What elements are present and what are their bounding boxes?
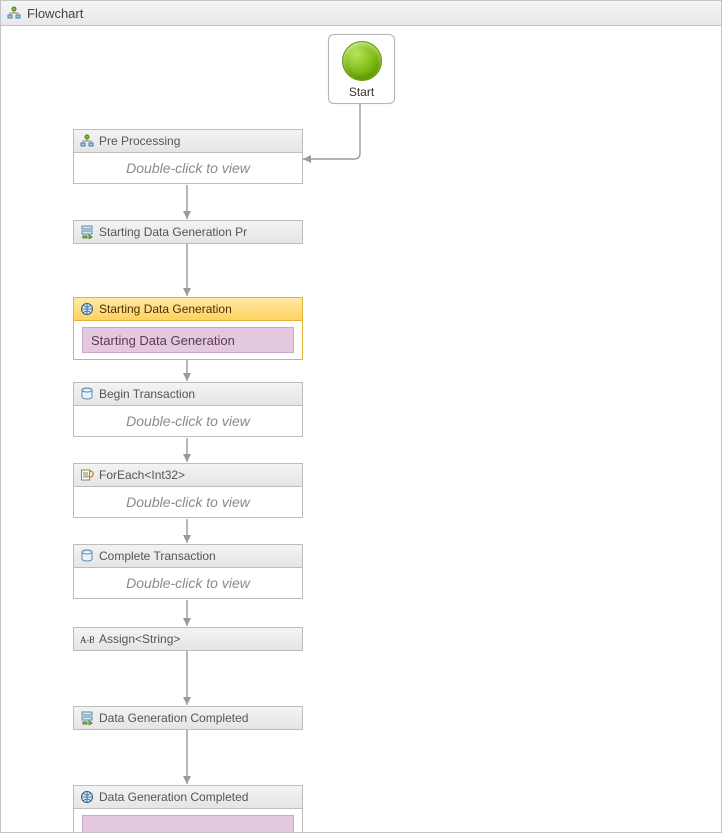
view-hint: Double-click to view xyxy=(82,494,294,510)
assign-icon: A+B xyxy=(80,632,94,646)
svg-text:B: B xyxy=(89,635,94,645)
activity-foreach-int32[interactable]: ForEach<Int32> Double-click to view xyxy=(73,463,303,518)
view-hint: Double-click to view xyxy=(82,160,294,176)
flowchart-icon xyxy=(80,134,94,148)
start-node[interactable]: Start xyxy=(328,34,395,104)
activity-banner xyxy=(82,815,294,833)
activity-title: Starting Data Generation xyxy=(99,302,232,316)
view-hint: Double-click to view xyxy=(82,413,294,429)
activity-pre-processing[interactable]: Pre Processing Double-click to view xyxy=(73,129,303,184)
activity-data-generation-completed-2[interactable]: Data Generation Completed xyxy=(73,785,303,833)
transaction-icon xyxy=(80,387,94,401)
activity-data-generation-completed-1[interactable]: Data Generation Completed xyxy=(73,706,303,730)
activity-title: Pre Processing xyxy=(99,134,180,148)
activity-assign-string[interactable]: A+B Assign<String> xyxy=(73,627,303,651)
view-hint: Double-click to view xyxy=(82,575,294,591)
activity-starting-data-generation-pr[interactable]: Starting Data Generation Pr xyxy=(73,220,303,244)
activity-banner: Starting Data Generation xyxy=(82,327,294,353)
activity-starting-data-generation[interactable]: Starting Data Generation Starting Data G… xyxy=(73,297,303,360)
flowchart-icon xyxy=(7,6,21,20)
activity-title: Complete Transaction xyxy=(99,549,216,563)
globe-icon xyxy=(80,302,94,316)
sequence-icon xyxy=(80,711,94,725)
activity-begin-transaction[interactable]: Begin Transaction Double-click to view xyxy=(73,382,303,437)
start-label: Start xyxy=(329,85,394,99)
foreach-icon xyxy=(80,468,94,482)
globe-icon xyxy=(80,790,94,804)
sequence-icon xyxy=(80,225,94,239)
flowchart-designer: Flowchart xyxy=(0,0,722,833)
activity-complete-transaction[interactable]: Complete Transaction Double-click to vie… xyxy=(73,544,303,599)
design-surface[interactable]: Start Pre Processing Double-click to vie… xyxy=(1,25,721,832)
activity-title: Assign<String> xyxy=(99,632,180,646)
activity-title: Data Generation Completed xyxy=(99,711,248,725)
activity-title: Data Generation Completed xyxy=(99,790,248,804)
start-circle-icon xyxy=(342,41,382,81)
activity-title: Begin Transaction xyxy=(99,387,195,401)
designer-title: Flowchart xyxy=(27,6,83,21)
activity-title: Starting Data Generation Pr xyxy=(99,225,247,239)
activity-title: ForEach<Int32> xyxy=(99,468,185,482)
transaction-icon xyxy=(80,549,94,563)
designer-titlebar: Flowchart xyxy=(1,1,721,26)
